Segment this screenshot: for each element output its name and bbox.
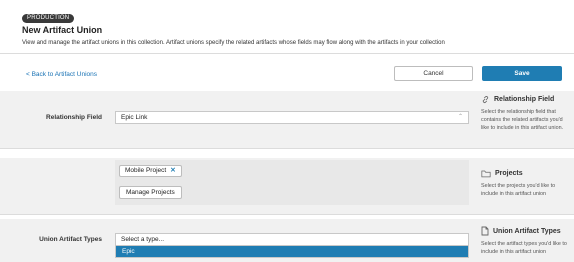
projects-help-text: Select the projects you'd like to includ… bbox=[481, 183, 556, 197]
page-title: New Artifact Union bbox=[22, 25, 103, 35]
relationship-help-text: Select the relationship field that conta… bbox=[481, 109, 564, 131]
union-types-help: Union Artifact Types Select the artifact… bbox=[481, 226, 569, 256]
environment-badge: PRODUCTION bbox=[22, 14, 75, 23]
link-icon bbox=[481, 95, 490, 104]
page-header: PRODUCTION New Artifact Union View and m… bbox=[0, 0, 574, 53]
artifact-type-select[interactable]: Select a type... bbox=[115, 233, 469, 246]
union-types-help-text: Select the artifact types you'd like to … bbox=[481, 241, 567, 255]
relationship-field-select[interactable]: Epic Link ⌃ bbox=[115, 111, 469, 124]
section-divider bbox=[0, 214, 574, 215]
folder-icon bbox=[481, 169, 491, 178]
remove-chip-icon[interactable]: ✕ bbox=[170, 167, 175, 174]
dropdown-option-epic[interactable]: Epic bbox=[122, 248, 135, 255]
relationship-field-value: Epic Link bbox=[121, 114, 148, 121]
project-chip[interactable]: Mobile Project ✕ bbox=[119, 165, 182, 177]
manage-projects-button[interactable]: Manage Projects bbox=[119, 186, 182, 199]
chevron-updown-icon: ⌃ bbox=[457, 114, 463, 120]
projects-help: Projects Select the projects you'd like … bbox=[481, 169, 569, 198]
cancel-button[interactable]: Cancel bbox=[394, 66, 473, 81]
union-artifact-types-label: Union Artifact Types bbox=[39, 236, 102, 243]
action-toolbar: < Back to Artifact Unions Cancel Save bbox=[0, 64, 574, 86]
artifact-type-placeholder: Select a type... bbox=[121, 236, 164, 243]
artifact-type-dropdown: Epic bbox=[115, 246, 469, 258]
section-divider bbox=[0, 148, 574, 149]
union-types-help-title: Union Artifact Types bbox=[493, 227, 561, 235]
back-to-artifact-unions-link[interactable]: < Back to Artifact Unions bbox=[26, 71, 97, 78]
save-button[interactable]: Save bbox=[482, 66, 562, 81]
projects-panel: Mobile Project ✕ Manage Projects bbox=[115, 160, 469, 205]
relationship-field-help: Relationship Field Select the relationsh… bbox=[481, 95, 569, 132]
project-chip-label: Mobile Project bbox=[125, 167, 167, 174]
relationship-help-title: Relationship Field bbox=[494, 96, 555, 103]
header-divider bbox=[0, 53, 574, 54]
document-icon bbox=[481, 226, 489, 236]
page-description: View and manage the artifact unions in t… bbox=[22, 40, 445, 46]
relationship-field-label: Relationship Field bbox=[46, 114, 102, 121]
projects-help-title: Projects bbox=[495, 170, 523, 177]
